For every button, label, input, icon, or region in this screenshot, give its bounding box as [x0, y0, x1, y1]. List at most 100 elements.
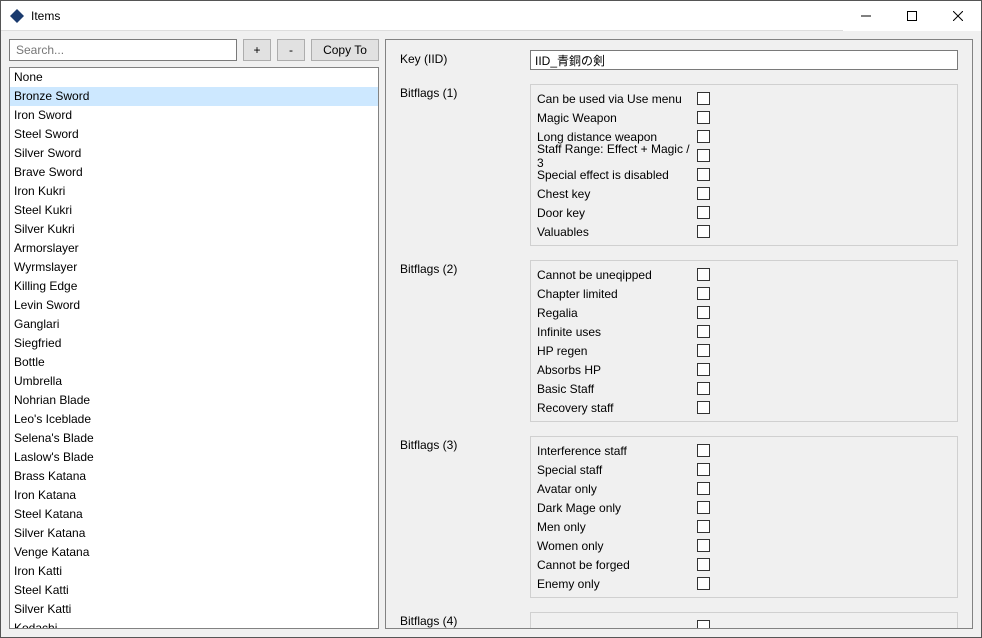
minimize-button[interactable] [843, 1, 889, 31]
add-button[interactable]: + [243, 39, 271, 61]
list-item[interactable]: Ganglari [10, 315, 378, 334]
flag-row: Recovery staff [537, 398, 951, 417]
key-input[interactable] [530, 50, 958, 70]
list-item[interactable]: Umbrella [10, 372, 378, 391]
list-item[interactable]: Iron Kukri [10, 182, 378, 201]
close-button[interactable] [935, 1, 981, 31]
flag-row: Special staff [537, 460, 951, 479]
list-item[interactable]: Iron Katana [10, 486, 378, 505]
copy-to-button[interactable]: Copy To [311, 39, 379, 61]
list-item[interactable]: Silver Katti [10, 600, 378, 619]
bitflags-row: Bitflags (3)Interference staffSpecial st… [400, 436, 958, 598]
key-label: Key (IID) [400, 50, 530, 70]
list-item[interactable]: Silver Kukri [10, 220, 378, 239]
flag-checkbox[interactable] [697, 344, 710, 357]
flag-row: Chest key [537, 184, 951, 203]
window-controls [843, 1, 981, 31]
details-panel[interactable]: Key (IID) Bitflags (1) Can be used via Us… [385, 39, 973, 629]
flag-checkbox[interactable] [697, 149, 710, 162]
list-item[interactable]: Steel Katti [10, 581, 378, 600]
list-item[interactable]: Iron Katti [10, 562, 378, 581]
flag-row: HP regen [537, 341, 951, 360]
list-item[interactable]: Armorslayer [10, 239, 378, 258]
flag-checkbox[interactable] [697, 463, 710, 476]
flag-checkbox[interactable] [697, 444, 710, 457]
flag-label: Recovery staff [537, 401, 697, 415]
flag-row: Cannot be uneqipped [537, 265, 951, 284]
list-item[interactable]: Laslow's Blade [10, 448, 378, 467]
search-input[interactable] [9, 39, 237, 61]
list-item[interactable]: Brass Katana [10, 467, 378, 486]
flag-checkbox[interactable] [697, 111, 710, 124]
flag-checkbox[interactable] [697, 482, 710, 495]
list-item[interactable]: Steel Kukri [10, 201, 378, 220]
flag-checkbox[interactable] [697, 539, 710, 552]
list-item[interactable]: Bronze Sword [10, 87, 378, 106]
flag-row: Magic Weapon [537, 108, 951, 127]
flag-group [530, 612, 958, 629]
flag-group: Interference staffSpecial staffAvatar on… [530, 436, 958, 598]
list-item[interactable]: Wyrmslayer [10, 258, 378, 277]
flag-label: Cannot be forged [537, 558, 697, 572]
group-label: Bitflags (4) [400, 612, 530, 629]
list-item[interactable]: Steel Katana [10, 505, 378, 524]
list-item[interactable]: Brave Sword [10, 163, 378, 182]
flag-row: Valuables [537, 222, 951, 241]
flag-label: Chest key [537, 187, 697, 201]
flag-label: HP regen [537, 344, 697, 358]
list-item[interactable]: Silver Katana [10, 524, 378, 543]
flag-checkbox[interactable] [697, 287, 710, 300]
flag-label: Magic Weapon [537, 111, 697, 125]
list-item[interactable]: Bottle [10, 353, 378, 372]
list-item[interactable]: Venge Katana [10, 543, 378, 562]
flag-checkbox[interactable] [697, 577, 710, 590]
flag-row: Cannot be forged [537, 555, 951, 574]
flag-checkbox[interactable] [697, 130, 710, 143]
list-item[interactable]: Selena's Blade [10, 429, 378, 448]
flag-checkbox[interactable] [697, 558, 710, 571]
list-item[interactable]: Nohrian Blade [10, 391, 378, 410]
flag-checkbox[interactable] [697, 92, 710, 105]
flag-label: Basic Staff [537, 382, 697, 396]
group-label: Bitflags (1) [400, 84, 530, 246]
flag-checkbox[interactable] [697, 187, 710, 200]
item-list[interactable]: NoneBronze SwordIron SwordSteel SwordSil… [9, 67, 379, 629]
flag-label: Infinite uses [537, 325, 697, 339]
flag-checkbox[interactable] [697, 382, 710, 395]
flag-checkbox[interactable] [697, 363, 710, 376]
flag-checkbox[interactable] [697, 268, 710, 281]
list-item[interactable]: None [10, 68, 378, 87]
list-item[interactable]: Kodachi [10, 619, 378, 629]
list-item[interactable]: Iron Sword [10, 106, 378, 125]
flag-label: Avatar only [537, 482, 697, 496]
flag-row: Infinite uses [537, 322, 951, 341]
flag-row: Women only [537, 536, 951, 555]
flag-label: Cannot be uneqipped [537, 268, 697, 282]
flag-row: Regalia [537, 303, 951, 322]
list-item[interactable]: Killing Edge [10, 277, 378, 296]
flag-checkbox[interactable] [697, 401, 710, 414]
flag-checkbox[interactable] [697, 168, 710, 181]
flag-checkbox[interactable] [697, 306, 710, 319]
flag-label: Can be used via Use menu [537, 92, 697, 106]
app-icon [9, 8, 25, 24]
flag-label: Special effect is disabled [537, 168, 697, 182]
list-item[interactable]: Levin Sword [10, 296, 378, 315]
flag-checkbox[interactable] [697, 520, 710, 533]
list-item[interactable]: Leo's Iceblade [10, 410, 378, 429]
flag-label: Women only [537, 539, 697, 553]
flag-row: Chapter limited [537, 284, 951, 303]
list-item[interactable]: Steel Sword [10, 125, 378, 144]
flag-label: Special staff [537, 463, 697, 477]
flag-checkbox[interactable] [697, 225, 710, 238]
flag-checkbox[interactable] [697, 501, 710, 514]
flag-checkbox[interactable] [697, 325, 710, 338]
flag-checkbox[interactable] [697, 620, 710, 629]
list-item[interactable]: Silver Sword [10, 144, 378, 163]
maximize-button[interactable] [889, 1, 935, 31]
remove-button[interactable]: - [277, 39, 305, 61]
flag-checkbox[interactable] [697, 206, 710, 219]
list-item[interactable]: Siegfried [10, 334, 378, 353]
flag-row: Basic Staff [537, 379, 951, 398]
group-label: Bitflags (2) [400, 260, 530, 422]
